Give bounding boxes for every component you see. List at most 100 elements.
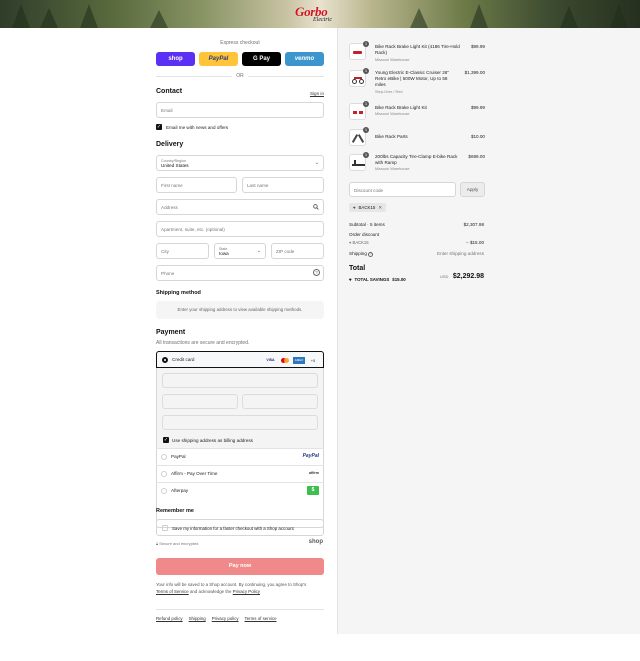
more-cards-badge: +5 xyxy=(310,358,316,363)
paypal-icon: PayPal xyxy=(302,453,319,459)
city-field[interactable]: City xyxy=(156,243,209,259)
close-icon[interactable]: ✕ xyxy=(378,203,382,212)
total-label: Total xyxy=(349,265,366,272)
refund-policy-link[interactable]: Refund policy xyxy=(156,616,183,621)
save-info-checkbox[interactable] xyxy=(162,525,168,531)
shipping-method-box: Enter your shipping address to view avai… xyxy=(156,301,324,319)
terms-of-service-link[interactable]: Terms of service xyxy=(245,616,277,621)
name-on-card-field[interactable] xyxy=(162,415,318,430)
card-details-panel: ✓ Use shipping address as billing addres… xyxy=(157,368,323,448)
zip-field[interactable]: ZIP code xyxy=(271,243,324,259)
savings-label: TOTAL SAVINGS xyxy=(354,277,390,282)
discount-code-field[interactable]: Discount code xyxy=(349,182,456,197)
applied-discount-tag: ⌖ BACK15 ✕ xyxy=(349,203,387,212)
affirm-radio[interactable] xyxy=(161,471,167,477)
last-name-field[interactable]: Last name xyxy=(242,177,324,193)
subtotal-value: $2,307.98 xyxy=(463,222,484,227)
paypal-option[interactable]: PayPal PayPal xyxy=(156,449,324,465)
cart-item: 1 Young Electric E-Classic Cruiser 26" R… xyxy=(349,68,485,98)
terms-link[interactable]: Terms of Service xyxy=(156,589,189,594)
billing-checkbox[interactable]: ✓ xyxy=(163,437,169,443)
save-info-option[interactable]: Save my information for a faster checkou… xyxy=(156,519,324,536)
order-discount-label: Order discount xyxy=(349,232,380,237)
shipping-method-message: Enter your shipping address to view avai… xyxy=(177,307,303,312)
google-pay-button[interactable]: G Pay xyxy=(242,52,281,66)
first-name-field[interactable]: First name xyxy=(156,177,237,193)
total-amount: USD $2,292.98 xyxy=(420,265,484,283)
privacy-policy-link[interactable]: Privacy policy xyxy=(212,616,239,621)
card-number-field[interactable] xyxy=(162,373,318,388)
quantity-badge: 1 xyxy=(363,127,369,133)
help-icon[interactable]: ? xyxy=(313,269,320,276)
affirm-icon: affirm xyxy=(309,471,319,475)
order-discount-code-text: BACK15 xyxy=(352,240,369,245)
chevron-down-icon: ⌄ xyxy=(256,248,261,254)
banner-tree xyxy=(470,4,488,28)
item-price: $99.99 xyxy=(470,44,485,49)
banner-tree xyxy=(80,4,98,28)
item-variant: Missouri Warehouse xyxy=(375,58,410,62)
apartment-field[interactable]: Apartment, suite, etc. (optional) xyxy=(156,221,324,237)
order-discount-code: ⌖ BACK15 xyxy=(349,240,369,245)
item-title: Young Electric E-Classic Cruiser 26" Ret… xyxy=(375,70,449,87)
quantity-badge: 1 xyxy=(363,68,369,74)
credit-card-option[interactable]: Credit card VISA AMEX +5 xyxy=(156,351,324,368)
express-checkout-title: Express checkout xyxy=(220,40,260,46)
shipping-value: Enter shipping address xyxy=(437,251,484,256)
cart-item: 1 200lbs Capacity Tire-Clamp E-bike Rack… xyxy=(349,152,485,178)
news-checkbox[interactable]: ✓ xyxy=(156,124,162,130)
paypal-radio[interactable] xyxy=(161,454,167,460)
venmo-button[interactable]: venmo xyxy=(285,52,324,66)
shipping-label: Shipping xyxy=(349,251,367,256)
address-field[interactable]: Address xyxy=(156,199,324,215)
afterpay-radio[interactable] xyxy=(161,488,167,494)
affirm-label: Affirm - Pay Over Time xyxy=(171,471,218,476)
city-placeholder: City xyxy=(161,249,169,254)
phone-field[interactable]: Phone ? xyxy=(156,265,324,281)
sign-in-link[interactable]: Sign in xyxy=(310,91,324,96)
footer-links: Refund policy Shipping Privacy policy Te… xyxy=(156,616,277,621)
affirm-option[interactable]: Affirm - Pay Over Time affirm xyxy=(156,466,324,482)
afterpay-label: Afterpay xyxy=(171,488,189,493)
afterpay-option[interactable]: Afterpay $ xyxy=(156,483,324,499)
contact-heading: Contact xyxy=(156,88,183,95)
payment-heading: Payment xyxy=(156,329,186,336)
shipping-link[interactable]: Shipping xyxy=(189,616,206,621)
privacy-link[interactable]: Privacy Policy xyxy=(233,589,260,594)
item-variant: Missouri Warehouse xyxy=(375,112,410,116)
quantity-badge: 1 xyxy=(363,41,369,47)
quantity-badge: 1 xyxy=(363,152,369,158)
legal-line: Your info will be saved to a Shop accoun… xyxy=(156,582,307,587)
visa-icon: VISA xyxy=(266,358,275,362)
shop-pay-button[interactable]: shop xyxy=(156,52,195,66)
savings-value: $15.00 xyxy=(392,277,406,282)
help-icon[interactable]: ? xyxy=(368,252,374,257)
paypal-express-button[interactable]: PayPal xyxy=(199,52,238,66)
billing-label: Use shipping address as billing address xyxy=(172,437,253,443)
remember-me-heading: Remember me xyxy=(156,508,194,514)
cart-item: 1 Bike Rack Brake Light Kit Missouri War… xyxy=(349,101,485,124)
cart-item: 1 Bike Rack Parts $10.00 xyxy=(349,127,485,150)
banner-tree xyxy=(12,4,30,28)
banner-tree xyxy=(560,6,578,28)
afterpay-icon: $ xyxy=(307,486,319,495)
pay-now-button[interactable]: Pay now xyxy=(156,558,324,575)
country-select[interactable]: Country/Region United States ⌄ xyxy=(156,155,324,171)
payment-note: All transactions are secure and encrypte… xyxy=(156,340,250,346)
item-variant: Step-Over / Red xyxy=(375,90,403,94)
header-banner: Gorbo Electric xyxy=(0,0,640,28)
shipping-row-label: Shipping ? xyxy=(349,251,374,257)
state-select[interactable]: State Iowa ⌄ xyxy=(214,243,266,259)
banner-tree xyxy=(150,10,168,28)
divider xyxy=(156,609,324,610)
credit-card-radio[interactable] xyxy=(162,357,168,363)
apply-button[interactable]: Apply xyxy=(460,182,485,197)
security-code-field[interactable] xyxy=(242,394,318,409)
chevron-down-icon: ⌄ xyxy=(314,160,319,166)
expiration-field[interactable] xyxy=(162,394,238,409)
credit-card-label: Credit card xyxy=(172,357,195,362)
item-variant: Missouri Warehouse xyxy=(375,167,410,171)
tag-icon: ⌖ xyxy=(349,240,352,245)
email-field[interactable]: Email xyxy=(156,102,324,118)
brand-logo[interactable]: Gorbo Electric xyxy=(293,3,349,25)
